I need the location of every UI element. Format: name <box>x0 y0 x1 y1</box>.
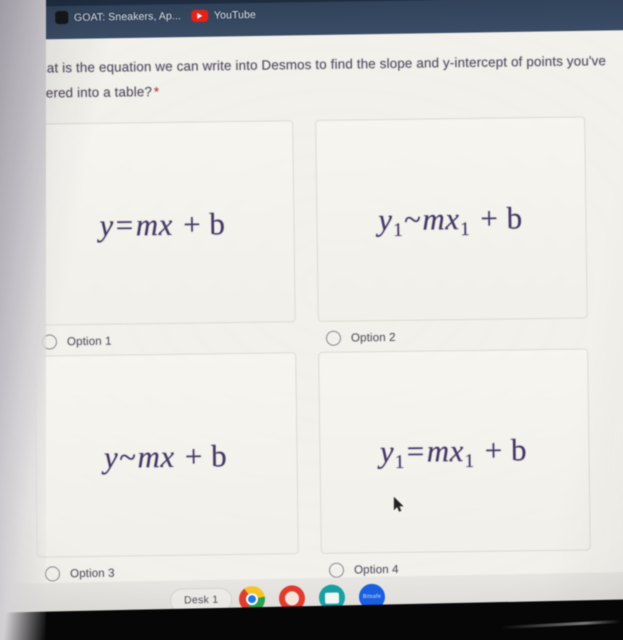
radio-option-3[interactable] <box>44 566 61 582</box>
eq-operator: ~ <box>403 201 422 237</box>
bookmark-label: YouTube <box>213 8 256 22</box>
slack-icon <box>0 11 11 26</box>
eq-operator: ~ <box>118 439 137 475</box>
bookmark-item-youtube[interactable]: YouTube <box>190 8 256 22</box>
option-row-3[interactable]: Option 3 <box>37 554 299 582</box>
option-cell-2: y1~mx1 + b Option 2 <box>315 116 588 346</box>
eq-lhs: y <box>99 207 115 243</box>
screen-photo: tack... GOAT: Sneakers, Ap... YouTube Wh… <box>0 0 623 640</box>
question-prompt: What is the equation we can write into D… <box>26 53 607 101</box>
required-asterisk: * <box>153 83 160 100</box>
eq-operator: = <box>115 207 135 243</box>
option-cell-1: y=mx + b Option 1 <box>31 120 296 350</box>
radio-option-1[interactable] <box>41 334 58 350</box>
eq-tail: + b <box>182 206 226 242</box>
eq-rhs: mx <box>422 201 460 237</box>
option-1-equation: y=mx + b <box>99 206 227 244</box>
eq-tail: + b <box>480 200 523 236</box>
eq-lhs: y <box>379 433 395 470</box>
form-page: What is the equation we can write into D… <box>0 29 623 609</box>
option-3-equation: y~mx + b <box>104 438 230 476</box>
desk-label: Desk 1 <box>183 593 219 607</box>
option-4-equation: y1=mx1 + b <box>380 432 530 474</box>
bookmark-item-slack[interactable]: tack... <box>0 11 46 26</box>
eq-rhs: mx <box>135 206 174 243</box>
bookmark-label: GOAT: Sneakers, Ap... <box>73 9 182 24</box>
option-1-label: Option 1 <box>66 334 112 349</box>
eq-tail: + b <box>184 438 228 474</box>
bookmark-item-goat[interactable]: GOAT: Sneakers, Ap... <box>54 9 182 25</box>
option-cell-4: y1=mx1 + b Option 4 <box>318 348 591 578</box>
eq-rhs-sub: 1 <box>464 450 475 473</box>
eq-lhs-sub: 1 <box>393 219 403 242</box>
eq-rhs: mx <box>426 432 465 469</box>
question-text: What is the equation we can write into D… <box>26 48 623 106</box>
eq-lhs-sub: 1 <box>394 451 405 474</box>
youtube-icon <box>190 9 209 22</box>
options-grid: y=mx + b Option 1 y1~mx1 + b Option 2 y~… <box>31 116 607 582</box>
eq-lhs: y <box>103 439 119 475</box>
eq-tail: + b <box>484 432 528 468</box>
option-4-image: y1=mx1 + b <box>318 348 591 554</box>
eq-rhs: mx <box>137 438 175 475</box>
eq-operator: = <box>406 433 425 469</box>
bookmark-label: tack... <box>16 11 46 25</box>
blue-app-label: Bitsafe <box>362 593 382 601</box>
option-3-image: y~mx + b <box>34 352 299 558</box>
option-3-label: Option 3 <box>69 566 115 581</box>
option-1-image: y=mx + b <box>31 120 296 326</box>
radio-option-4[interactable] <box>328 562 345 578</box>
option-4-label: Option 4 <box>353 562 399 577</box>
option-2-label: Option 2 <box>350 330 396 345</box>
bookmark-list: tack... GOAT: Sneakers, Ap... YouTube <box>0 8 256 26</box>
option-2-equation: y1~mx1 + b <box>378 200 525 242</box>
option-2-image: y1~mx1 + b <box>315 116 588 322</box>
option-row-1[interactable]: Option 1 <box>34 322 296 350</box>
eq-lhs: y <box>378 201 393 238</box>
radio-option-2[interactable] <box>325 330 342 346</box>
eq-rhs-sub: 1 <box>460 219 470 241</box>
goat-icon <box>54 10 69 25</box>
option-cell-3: y~mx + b Option 3 <box>34 352 299 582</box>
option-row-2[interactable]: Option 2 <box>318 318 588 346</box>
